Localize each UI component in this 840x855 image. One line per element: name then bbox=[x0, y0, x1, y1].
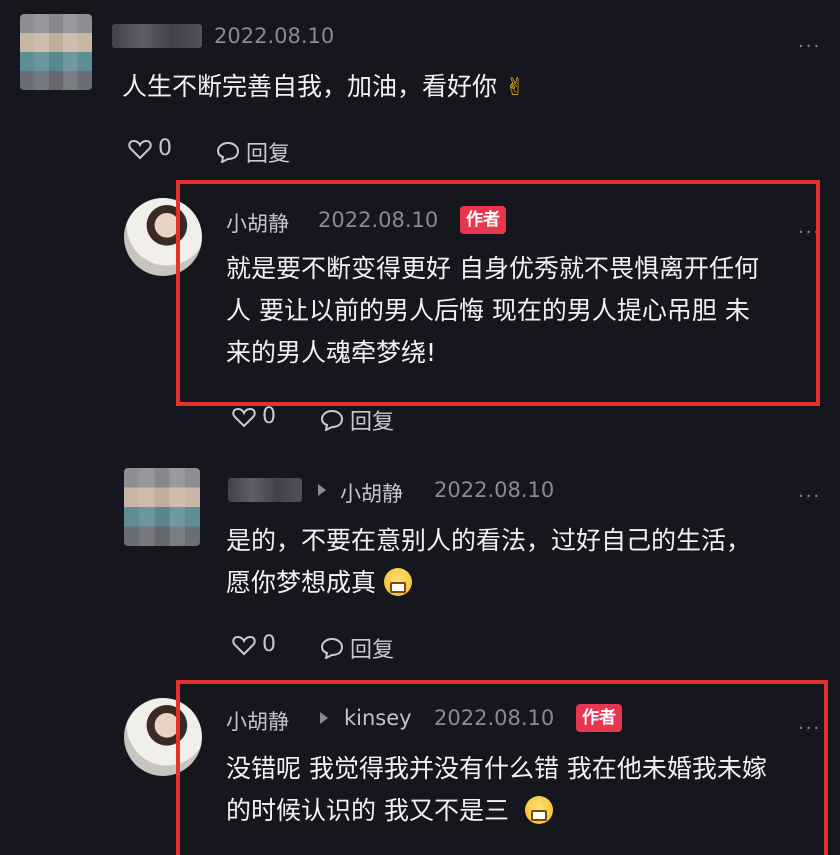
comment-text: 是的，不要在意别人的看法，过好自己的生活， 愿你梦想成真 bbox=[226, 520, 751, 604]
reply-label: 回复 bbox=[246, 142, 291, 167]
more-options-icon[interactable]: ··· bbox=[798, 36, 821, 57]
comment-date: 2022.08.10 bbox=[214, 24, 335, 48]
like-button[interactable]: 0 bbox=[128, 136, 172, 161]
like-count: 0 bbox=[262, 404, 276, 429]
reply-label: 回复 bbox=[350, 410, 395, 435]
comment-text: 没错呢 我觉得我并没有什么错 我在他未婚我未嫁 的时候认识的 我又不是三 bbox=[226, 748, 767, 832]
like-button[interactable]: 0 bbox=[232, 632, 276, 657]
comment-text-line: 人 要让以前的男人后悔 现在的男人提心吊胆 未 bbox=[226, 296, 750, 325]
reply-to-name[interactable]: kinsey bbox=[344, 706, 412, 730]
more-options-icon[interactable]: ··· bbox=[798, 718, 821, 739]
avatar[interactable] bbox=[124, 698, 202, 776]
comment-date: 2022.08.10 bbox=[434, 706, 555, 730]
avatar[interactable] bbox=[20, 14, 92, 90]
reply-icon bbox=[320, 637, 344, 659]
author-badge: 作者 bbox=[576, 704, 622, 732]
reply-button[interactable]: 回复 bbox=[320, 632, 394, 664]
reply-button[interactable]: 回复 bbox=[320, 404, 394, 436]
avatar[interactable] bbox=[124, 198, 202, 276]
comment-text: 就是要不断变得更好 自身优秀就不畏惧离开任何 人 要让以前的男人后悔 现在的男人… bbox=[226, 248, 759, 374]
more-options-icon[interactable]: ··· bbox=[798, 486, 821, 507]
heart-icon bbox=[128, 139, 152, 159]
reply-icon bbox=[320, 409, 344, 431]
reply-arrow-icon bbox=[318, 484, 326, 496]
like-count: 0 bbox=[262, 632, 276, 657]
author-name[interactable]: 小胡静 bbox=[226, 208, 289, 238]
heart-icon bbox=[232, 635, 256, 655]
fingers-crossed-icon: ✌ bbox=[505, 73, 526, 101]
like-button[interactable]: 0 bbox=[232, 404, 276, 429]
reply-button[interactable]: 回复 bbox=[216, 136, 290, 168]
author-badge: 作者 bbox=[460, 206, 506, 234]
comment-text-line: 愿你梦想成真 bbox=[226, 562, 751, 604]
like-count: 0 bbox=[158, 136, 172, 161]
comment-text-line: 来的男人魂牵梦绕! bbox=[226, 338, 437, 367]
more-options-icon[interactable]: ··· bbox=[798, 222, 821, 243]
heart-icon bbox=[232, 407, 256, 427]
grinning-face-icon bbox=[383, 568, 412, 596]
comment-text-line: 的时候认识的 我又不是三 bbox=[226, 790, 767, 832]
avatar[interactable] bbox=[124, 468, 200, 546]
comment-date: 2022.08.10 bbox=[434, 478, 555, 502]
reply-icon bbox=[216, 141, 240, 163]
comment-text-line: 没错呢 我觉得我并没有什么错 我在他未婚我未嫁 bbox=[226, 754, 767, 783]
author-name[interactable]: 小胡静 bbox=[226, 706, 289, 736]
reply-arrow-icon bbox=[320, 712, 328, 724]
grinning-face-icon bbox=[524, 796, 553, 824]
comment-text: 人生不断完善自我，加油，看好你 ✌ bbox=[122, 66, 525, 108]
reply-to-name[interactable]: 小胡静 bbox=[340, 478, 403, 508]
username-blurred[interactable] bbox=[228, 478, 302, 502]
comment-text-line: 是的，不要在意别人的看法，过好自己的生活， bbox=[226, 526, 752, 555]
comment-text-line: 就是要不断变得更好 自身优秀就不畏惧离开任何 bbox=[226, 254, 759, 283]
comment-date: 2022.08.10 bbox=[318, 208, 439, 232]
username-blurred[interactable] bbox=[112, 24, 202, 48]
reply-label: 回复 bbox=[350, 638, 395, 663]
